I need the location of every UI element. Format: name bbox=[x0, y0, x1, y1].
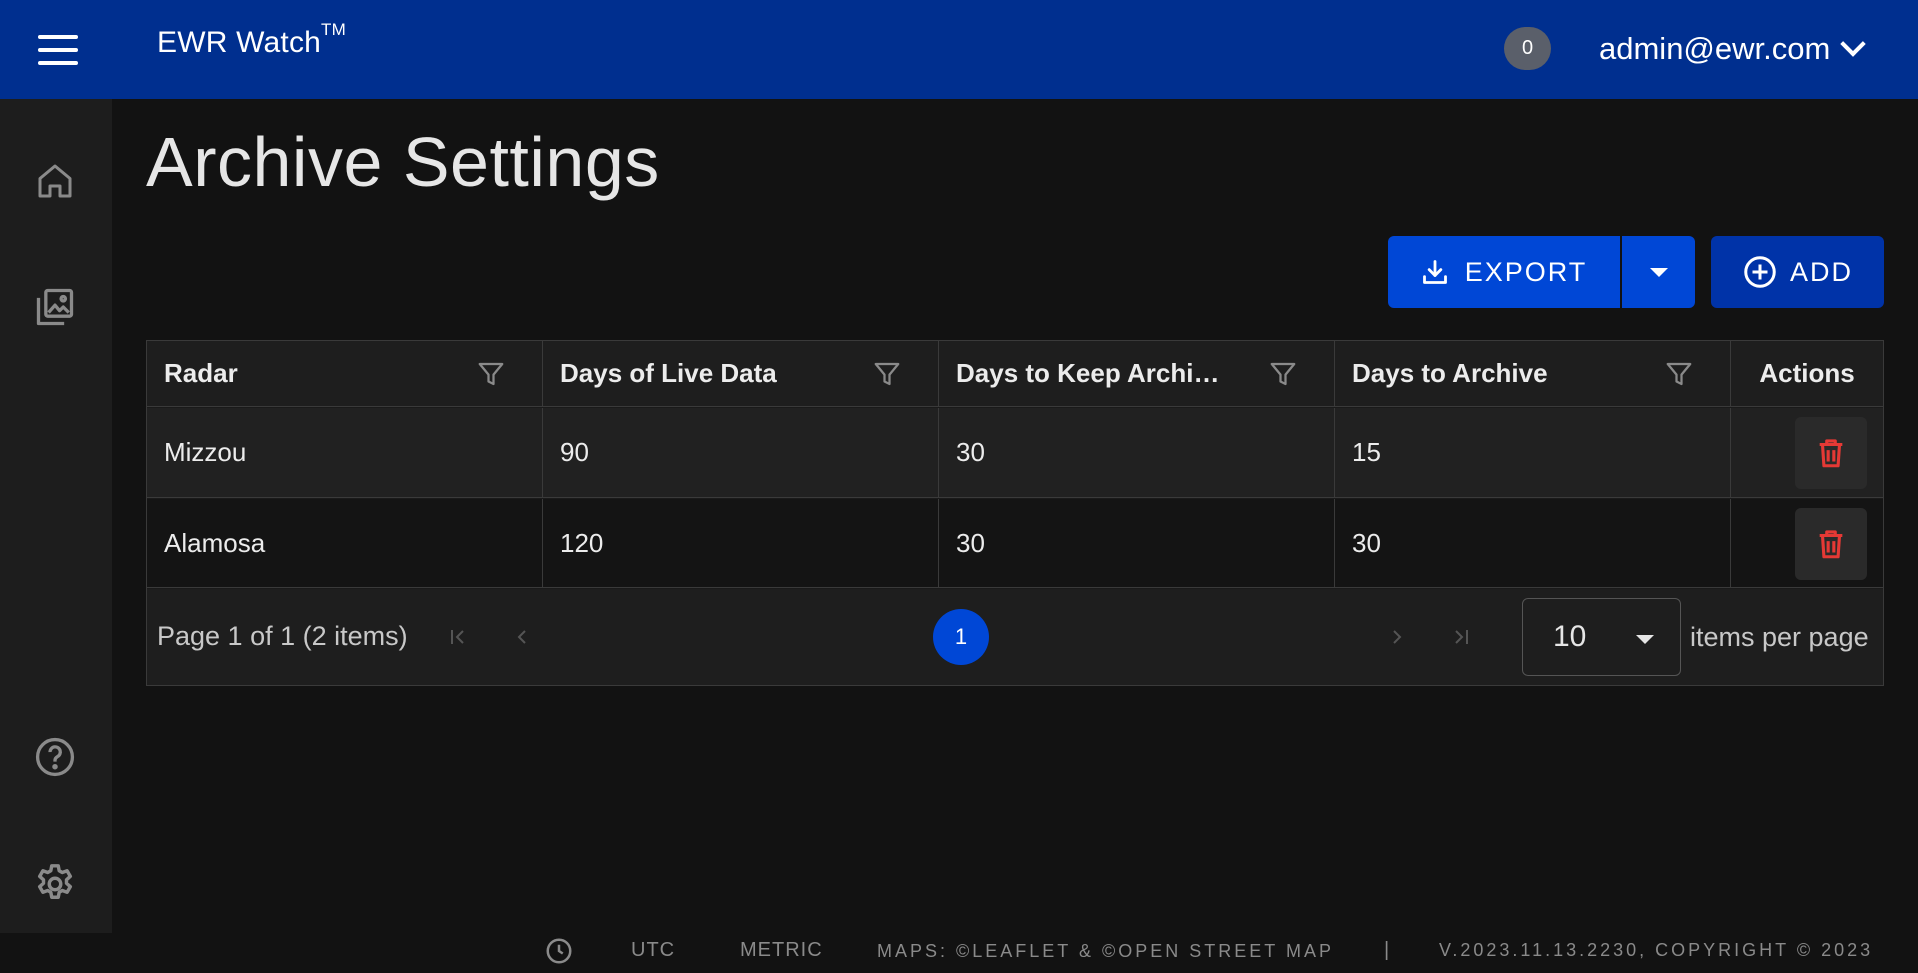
cell-days-to-keep-archive[interactable]: 30 bbox=[939, 499, 1335, 587]
column-label: Days to Archive bbox=[1352, 358, 1548, 388]
column-label: Days of Live Data bbox=[560, 358, 777, 388]
filter-icon[interactable] bbox=[872, 359, 902, 389]
add-button[interactable]: ADD bbox=[1711, 236, 1884, 308]
pager-info: Page 1 of 1 (2 items) bbox=[157, 621, 408, 651]
page-size-value: 10 bbox=[1553, 620, 1587, 653]
column-header-days-to-archive[interactable]: Days to Archive bbox=[1335, 341, 1731, 406]
app-name: EWR Watch bbox=[157, 26, 322, 59]
page-title: Archive Settings bbox=[146, 123, 660, 201]
delete-button[interactable] bbox=[1795, 417, 1867, 489]
filter-icon[interactable] bbox=[476, 359, 506, 389]
units-toggle[interactable]: METRIC bbox=[740, 939, 823, 962]
column-header-days-to-keep-archive[interactable]: Days to Keep Archi… bbox=[939, 341, 1335, 406]
column-label: Radar bbox=[164, 358, 238, 388]
grid-header-row: Radar Days of Live Data Days to Keep Arc… bbox=[147, 341, 1883, 407]
version-copyright: V.2023.11.13.2230, COPYRIGHT © 2023 bbox=[1439, 940, 1874, 960]
cell-days-to-keep-archive[interactable]: 30 bbox=[939, 408, 1335, 497]
cell-radar[interactable]: Mizzou bbox=[147, 408, 543, 497]
cell-radar[interactable]: Alamosa bbox=[147, 499, 543, 587]
maps-attribution: MAPS: ©LEAFLET & ©OPEN STREET MAP bbox=[877, 941, 1334, 961]
add-circle-icon bbox=[1744, 256, 1776, 288]
footer: UTC METRIC MAPS: ©LEAFLET & ©OPEN STREET… bbox=[112, 933, 1918, 973]
next-page-icon[interactable] bbox=[1382, 622, 1412, 652]
cell-days-to-archive[interactable]: 15 bbox=[1335, 408, 1731, 497]
help-icon[interactable] bbox=[30, 732, 80, 782]
archive-settings-grid: Radar Days of Live Data Days to Keep Arc… bbox=[146, 340, 1884, 686]
column-header-actions: Actions bbox=[1731, 341, 1883, 406]
page-number-button[interactable]: 1 bbox=[933, 609, 989, 665]
top-bar: EWR WatchTM 0 admin@ewr.com bbox=[0, 0, 1918, 99]
pager: Page 1 of 1 (2 items) 1 10 items per pag… bbox=[147, 589, 1883, 685]
cell-actions bbox=[1731, 499, 1883, 587]
trash-icon bbox=[1819, 530, 1843, 559]
timezone-toggle[interactable]: UTC bbox=[631, 939, 675, 962]
home-icon[interactable] bbox=[30, 156, 80, 206]
download-icon bbox=[1422, 260, 1447, 284]
last-page-icon[interactable] bbox=[1446, 622, 1476, 652]
cell-days-of-live-data[interactable]: 90 bbox=[543, 408, 939, 497]
user-email: admin@ewr.com bbox=[1599, 31, 1831, 66]
column-label: Actions bbox=[1759, 358, 1855, 388]
page-size-select[interactable]: 10 bbox=[1522, 598, 1681, 676]
sidebar bbox=[0, 99, 112, 933]
cell-days-to-archive[interactable]: 30 bbox=[1335, 499, 1731, 587]
first-page-icon[interactable] bbox=[443, 622, 473, 652]
footer-separator: | bbox=[1384, 939, 1393, 961]
gallery-icon[interactable] bbox=[30, 282, 80, 332]
caret-down-icon bbox=[1636, 635, 1654, 644]
previous-page-icon[interactable] bbox=[507, 622, 537, 652]
table-row[interactable]: Alamosa 120 30 30 bbox=[147, 499, 1883, 588]
chevron-down-icon bbox=[1840, 31, 1867, 57]
clock-icon[interactable] bbox=[544, 936, 574, 966]
caret-down-icon bbox=[1649, 267, 1668, 277]
cell-days-of-live-data[interactable]: 120 bbox=[543, 499, 939, 587]
column-header-days-of-live-data[interactable]: Days of Live Data bbox=[543, 341, 939, 406]
delete-button[interactable] bbox=[1795, 508, 1867, 580]
export-label: EXPORT bbox=[1464, 256, 1588, 287]
filter-icon[interactable] bbox=[1268, 359, 1298, 389]
app-title: EWR WatchTM bbox=[157, 20, 346, 60]
filter-icon[interactable] bbox=[1664, 359, 1694, 389]
column-header-radar[interactable]: Radar bbox=[147, 341, 543, 406]
export-button[interactable]: EXPORT bbox=[1388, 236, 1620, 308]
hamburger-menu-icon[interactable] bbox=[34, 31, 82, 69]
notification-badge[interactable]: 0 bbox=[1504, 27, 1551, 70]
items-per-page-label: items per page bbox=[1690, 622, 1869, 652]
user-menu[interactable]: admin@ewr.com bbox=[1599, 27, 1867, 71]
add-label: ADD bbox=[1789, 256, 1853, 287]
trademark: TM bbox=[321, 20, 346, 39]
gear-icon[interactable] bbox=[30, 859, 80, 909]
column-label: Days to Keep Archi… bbox=[956, 358, 1220, 388]
export-dropdown-button[interactable] bbox=[1622, 236, 1695, 308]
trash-icon bbox=[1819, 439, 1843, 468]
table-row[interactable]: Mizzou 90 30 15 bbox=[147, 408, 1883, 498]
cell-actions bbox=[1731, 408, 1883, 497]
